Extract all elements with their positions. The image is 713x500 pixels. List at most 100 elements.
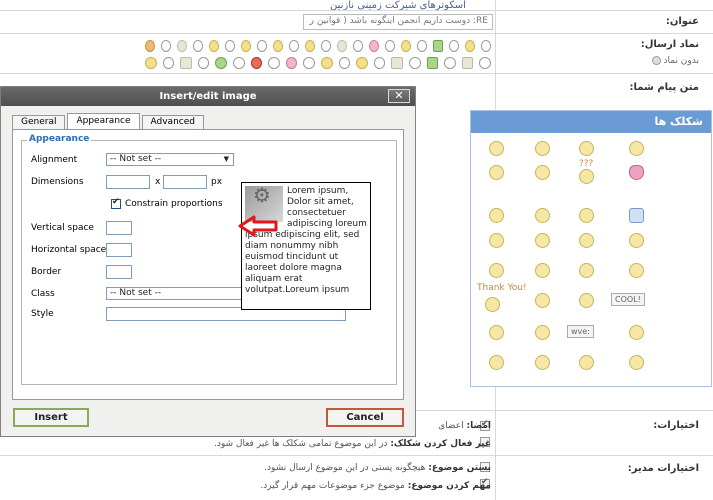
radio-icon[interactable] <box>225 39 235 52</box>
smiley-icon[interactable] <box>535 355 550 370</box>
smiley-icon[interactable] <box>579 233 594 248</box>
cube-icon[interactable] <box>180 56 192 69</box>
width-input[interactable] <box>106 175 150 189</box>
lightbulb-icon[interactable] <box>356 56 368 69</box>
height-input[interactable] <box>163 175 207 189</box>
no-symbol-radio[interactable] <box>651 56 661 65</box>
radio-icon[interactable] <box>268 56 280 69</box>
radio-icon[interactable] <box>373 56 386 69</box>
alignment-value: -- Not set -- <box>110 154 162 164</box>
smiley-icon[interactable] <box>177 39 187 52</box>
smiley-icon[interactable] <box>535 263 550 278</box>
tab-advanced[interactable]: Advanced <box>141 115 204 129</box>
smiley-icon[interactable] <box>535 141 550 156</box>
smiley-icon[interactable] <box>535 233 550 248</box>
smiley-icon[interactable] <box>535 293 550 308</box>
radio-icon[interactable] <box>408 56 421 69</box>
radio-icon[interactable] <box>193 39 203 52</box>
radio-icon[interactable] <box>444 56 456 69</box>
smiley-icon[interactable] <box>579 355 594 370</box>
radio-icon[interactable] <box>353 39 363 52</box>
option-bold: غیر فعال کردن شکلک: <box>390 439 491 449</box>
radio-icon[interactable] <box>289 39 299 52</box>
horizontal-space-label: Horizontal space <box>31 245 107 255</box>
smiley-icon[interactable] <box>489 141 504 156</box>
smiley-icon[interactable] <box>535 165 550 180</box>
radio-icon[interactable] <box>257 39 267 52</box>
smiley-icon[interactable] <box>579 141 594 156</box>
smiley-icon[interactable] <box>535 208 550 223</box>
smiley-icon[interactable] <box>489 233 504 248</box>
pencil-icon[interactable] <box>320 56 333 69</box>
smiley-icon[interactable] <box>579 293 594 308</box>
radio-icon[interactable] <box>449 39 459 52</box>
divider <box>0 10 713 11</box>
vertical-space-input[interactable] <box>106 221 132 235</box>
alignment-select[interactable]: -- Not set -- ▼ <box>106 153 234 166</box>
subject-input[interactable]: RE: دوست داریم انجمن اینگونه باشد ( قوان… <box>303 14 493 30</box>
smiley-icon[interactable] <box>535 325 550 340</box>
smiley-icon[interactable] <box>401 39 411 52</box>
smiley-icon[interactable] <box>485 297 500 312</box>
radio-icon[interactable] <box>338 56 351 69</box>
close-icon[interactable]: ✕ <box>388 89 410 103</box>
radio-icon[interactable] <box>303 56 315 69</box>
smiley-icon[interactable] <box>145 56 157 69</box>
image-icon[interactable] <box>426 56 439 69</box>
cool-badge[interactable]: COOL! <box>611 293 645 306</box>
insert-button[interactable]: Insert <box>13 408 89 427</box>
smiley-icon[interactable] <box>209 39 219 52</box>
smiley-icon[interactable] <box>337 39 347 52</box>
radio-icon[interactable] <box>417 39 427 52</box>
smiley-icon[interactable] <box>489 355 504 370</box>
smiley-icon[interactable] <box>241 39 251 52</box>
leaf-icon[interactable] <box>215 56 227 69</box>
radio-icon[interactable] <box>481 39 491 52</box>
radio-icon[interactable] <box>385 39 395 52</box>
border-input[interactable] <box>106 265 132 279</box>
smiley-icon[interactable] <box>489 263 504 278</box>
alert-icon[interactable] <box>250 56 263 69</box>
radio-icon[interactable] <box>232 56 245 69</box>
smiley-icon[interactable] <box>629 355 644 370</box>
smiley-icon[interactable] <box>369 39 379 52</box>
robot-icon[interactable] <box>629 208 644 223</box>
smiley-icon[interactable] <box>579 208 594 223</box>
smiley-icon[interactable] <box>629 263 644 278</box>
smiley-icon[interactable] <box>465 39 475 52</box>
dialog-titlebar[interactable]: Insert/edit image ✕ <box>1 87 415 106</box>
radio-icon[interactable] <box>162 56 175 69</box>
option-text: اعضای <box>438 421 464 431</box>
cancel-button[interactable]: Cancel <box>326 408 404 427</box>
radio-icon[interactable] <box>161 39 171 52</box>
dimensions-label: Dimensions <box>31 177 84 187</box>
radio-icon[interactable] <box>197 56 210 69</box>
rainbow-icon[interactable] <box>145 39 155 52</box>
smiley-icon[interactable] <box>489 325 504 340</box>
option-bold: مهم کردن موضوع: <box>407 481 491 491</box>
music-icon[interactable] <box>391 56 403 69</box>
document-icon[interactable] <box>461 56 474 69</box>
smiley-icon[interactable] <box>489 208 504 223</box>
class-label: Class <box>31 289 55 299</box>
smiley-icon[interactable] <box>629 141 644 156</box>
smiley-icon[interactable] <box>629 325 644 340</box>
smiley-icon[interactable] <box>489 165 504 180</box>
class-select[interactable]: -- Not set -- ▼ <box>106 287 259 300</box>
radio-icon[interactable] <box>479 56 491 69</box>
tab-general[interactable]: General <box>12 115 66 129</box>
wve-badge[interactable]: wve: <box>567 325 594 338</box>
radio-icon[interactable] <box>321 39 331 52</box>
constrain-proportions-checkbox[interactable] <box>111 197 121 209</box>
heart-icon[interactable] <box>285 56 298 69</box>
smiley-icon[interactable] <box>629 233 644 248</box>
smiley-icon[interactable] <box>273 39 283 52</box>
no-symbol-option[interactable]: بدون نماد <box>649 56 699 66</box>
confused-smiley-icon[interactable] <box>579 169 594 184</box>
heart-icon[interactable] <box>629 165 644 180</box>
star-icon[interactable] <box>305 39 315 52</box>
smiley-icon[interactable] <box>579 263 594 278</box>
film-icon[interactable] <box>433 39 443 52</box>
tab-appearance[interactable]: Appearance <box>67 113 140 129</box>
horizontal-space-input[interactable] <box>106 243 132 257</box>
